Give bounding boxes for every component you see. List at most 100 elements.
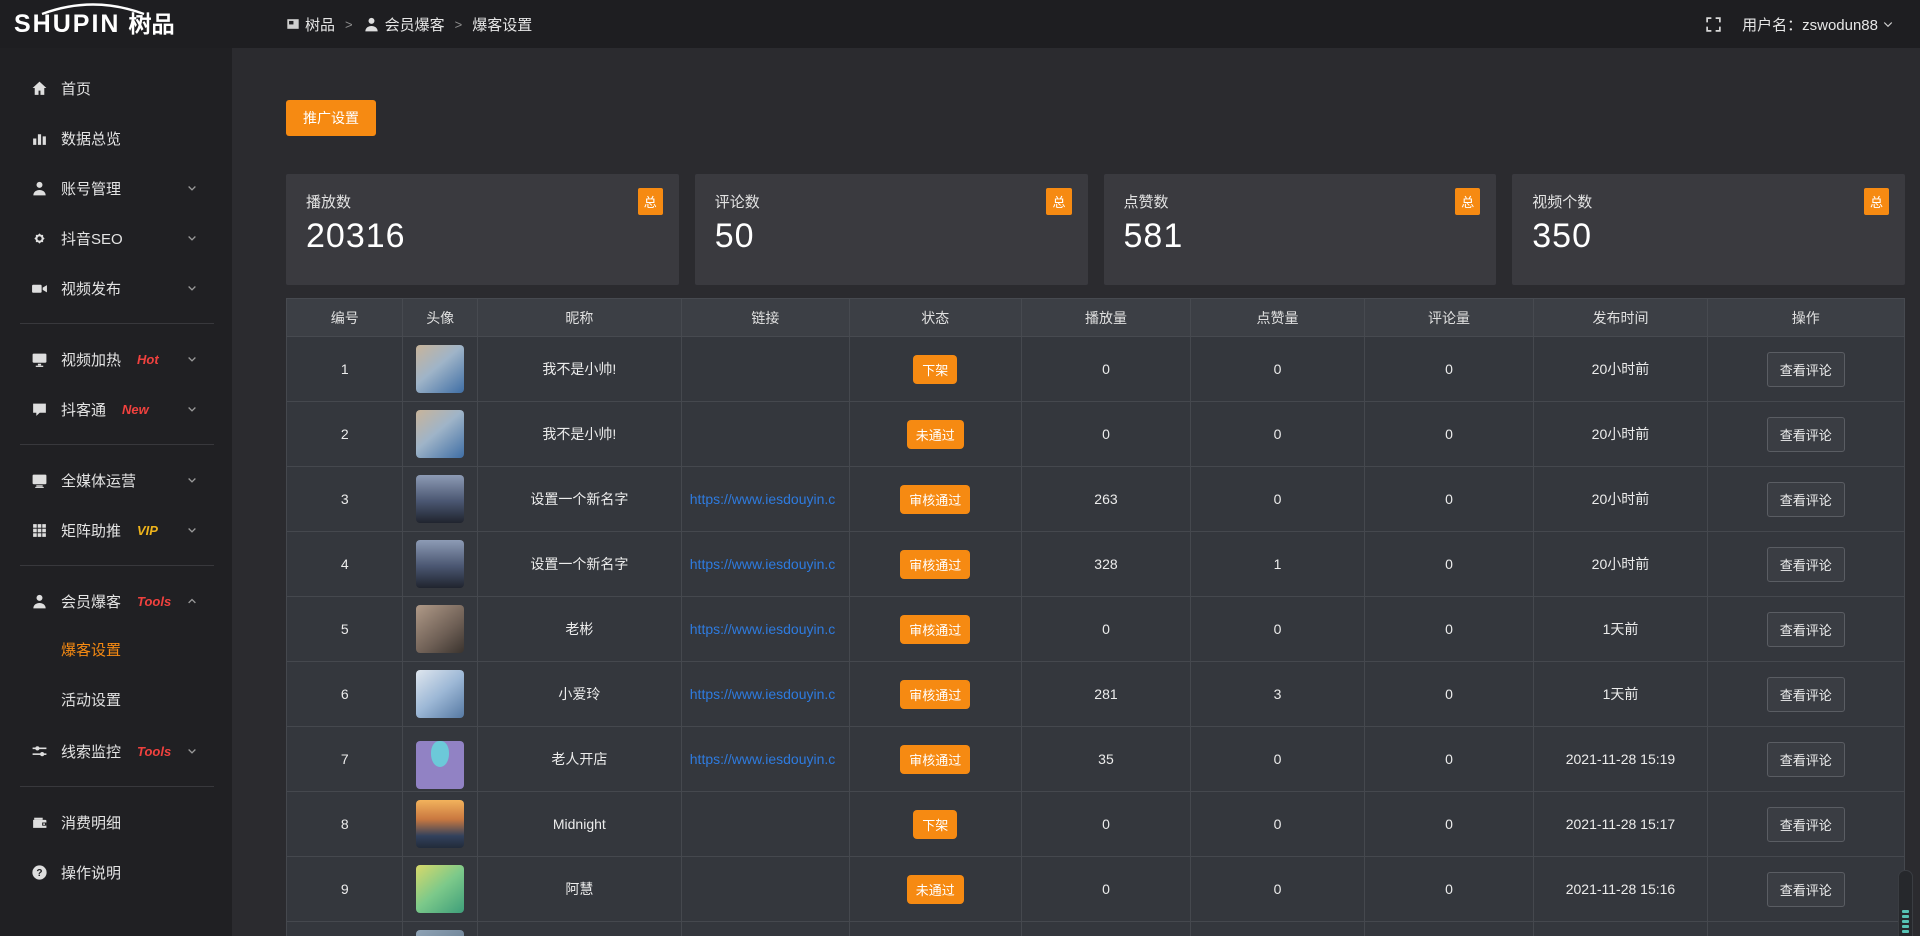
logo-arc (38, 3, 148, 15)
sidebar-item[interactable]: 抖客通New (0, 384, 232, 434)
sidebar-item[interactable]: ?操作说明 (0, 847, 232, 897)
divider (20, 444, 214, 445)
stat-value: 50 (715, 217, 1068, 256)
sidebar-item-label: 全媒体运营 (61, 470, 136, 491)
cell-time (1534, 922, 1707, 936)
cell-status: 未通过 (850, 857, 1022, 922)
breadcrumb-item[interactable]: 爆客设置 (472, 14, 532, 35)
sliders-icon (30, 743, 48, 760)
promo-settings-button[interactable]: 推广设置 (286, 100, 376, 136)
divider (20, 565, 214, 566)
column-header: 点赞量 (1191, 299, 1364, 337)
cell-plays: 0 (1021, 597, 1191, 662)
stat-value: 581 (1124, 217, 1477, 256)
sidebar-item[interactable]: 全媒体运营 (0, 455, 232, 505)
avatar (416, 865, 464, 913)
wallet-icon (30, 814, 48, 831)
cell-action: 查看评论 (1707, 727, 1904, 792)
sidebar-item-label: 线索监控 (61, 741, 121, 762)
chevron-down-icon (183, 232, 201, 244)
view-comments-button[interactable]: 查看评论 (1767, 807, 1845, 842)
sidebar-item[interactable]: 视频加热Hot (0, 334, 232, 384)
video-link[interactable]: https://www.iesdouyin.c (690, 491, 847, 507)
cell-avatar (403, 857, 477, 922)
cell-id: 8 (287, 792, 403, 857)
cell-plays: 328 (1021, 532, 1191, 597)
sidebar-item-label: 视频发布 (61, 278, 121, 299)
floating-widget[interactable] (1898, 870, 1913, 936)
chevron-down-icon (183, 282, 201, 294)
cell-likes: 1 (1191, 532, 1364, 597)
sidebar: 首页数据总览账号管理抖音SEO 视频发布视频加热Hot抖客通New 全媒体运营矩阵助… (0, 48, 232, 936)
sidebar-item[interactable]: 线索监控Tools (0, 726, 232, 776)
column-header: 头像 (403, 299, 477, 337)
avatar (416, 475, 464, 523)
cell-link (681, 402, 849, 467)
view-comments-button[interactable]: 查看评论 (1767, 742, 1845, 777)
view-comments-button[interactable]: 查看评论 (1767, 612, 1845, 647)
view-comments-button[interactable]: 查看评论 (1767, 482, 1845, 517)
cell-likes: 0 (1191, 467, 1364, 532)
view-comments-button[interactable]: 查看评论 (1767, 352, 1845, 387)
avatar (416, 410, 464, 458)
cell-plays (1021, 922, 1191, 936)
view-comments-button[interactable]: 查看评论 (1767, 417, 1845, 452)
cell-plays: 263 (1021, 467, 1191, 532)
chevron-down-icon (183, 474, 201, 486)
avatar (416, 741, 464, 789)
sidebar-item[interactable]: 抖音SEO (0, 213, 232, 263)
column-header: 编号 (287, 299, 403, 337)
status-badge: 审核通过 (900, 550, 970, 579)
sidebar-item[interactable]: 数据总览 (0, 113, 232, 163)
view-comments-button[interactable]: 查看评论 (1767, 677, 1845, 712)
cell-nickname: 老彬 (477, 597, 681, 662)
stat-total-badge: 总 (638, 188, 663, 215)
video-link[interactable]: https://www.iesdouyin.c (690, 686, 847, 702)
breadcrumb-item[interactable]: 会员爆客 (363, 14, 445, 35)
stat-card: 评论数50总 (695, 174, 1088, 285)
video-link[interactable]: https://www.iesdouyin.c (690, 621, 847, 637)
cell-nickname (477, 922, 681, 936)
view-comments-button[interactable]: 查看评论 (1767, 872, 1845, 907)
table-row: 5老彬https://www.iesdouyin.c审核通过0001天前查看评论 (287, 597, 1905, 662)
stat-card: 视频个数350总 (1512, 174, 1905, 285)
sidebar-item[interactable]: 首页 (0, 63, 232, 113)
cell-likes: 0 (1191, 857, 1364, 922)
cell-nickname: 小爱玲 (477, 662, 681, 727)
column-header: 播放量 (1021, 299, 1191, 337)
sidebar-item-badge: New (122, 402, 149, 417)
cell-avatar (403, 402, 477, 467)
avatar (416, 930, 464, 936)
cell-time: 20小时前 (1534, 402, 1707, 467)
sidebar-item-badge: Hot (137, 352, 159, 367)
table-row: 1我不是小帅!下架00020小时前查看评论 (287, 337, 1905, 402)
cell-comments: 0 (1364, 467, 1534, 532)
fullscreen-icon[interactable] (1705, 16, 1722, 33)
cell-status: 下架 (850, 792, 1022, 857)
table-row: 7老人开店https://www.iesdouyin.c审核通过35002021… (287, 727, 1905, 792)
column-header: 昵称 (477, 299, 681, 337)
avatar (416, 605, 464, 653)
cell-time: 20小时前 (1534, 337, 1707, 402)
video-link[interactable]: https://www.iesdouyin.c (690, 751, 847, 767)
sidebar-item[interactable]: 矩阵助推VIP (0, 505, 232, 555)
brand-name-cn: 树品 (128, 13, 174, 36)
sidebar-item[interactable]: 消费明细 (0, 797, 232, 847)
sidebar-subitem[interactable]: 活动设置 (0, 676, 232, 726)
username-label: 用户名：zswodun88 (1742, 14, 1878, 35)
cell-id: 1 (287, 337, 403, 402)
view-comments-button[interactable]: 查看评论 (1767, 547, 1845, 582)
cell-plays: 0 (1021, 402, 1191, 467)
breadcrumb-item[interactable]: 树品 (286, 14, 335, 35)
sidebar-item-label: 消费明细 (61, 812, 121, 833)
user-menu[interactable]: 用户名：zswodun88 (1742, 14, 1894, 35)
sidebar-item[interactable]: 会员爆客Tools (0, 576, 232, 626)
cell-status: 审核通过 (850, 532, 1022, 597)
sidebar-subitem[interactable]: 爆客设置 (0, 626, 232, 676)
cell-likes: 0 (1191, 597, 1364, 662)
video-link[interactable]: https://www.iesdouyin.c (690, 556, 847, 572)
cell-id: 4 (287, 532, 403, 597)
sidebar-item[interactable]: 视频发布 (0, 263, 232, 313)
sidebar-item[interactable]: 账号管理 (0, 163, 232, 213)
cell-link: https://www.iesdouyin.c (681, 597, 849, 662)
